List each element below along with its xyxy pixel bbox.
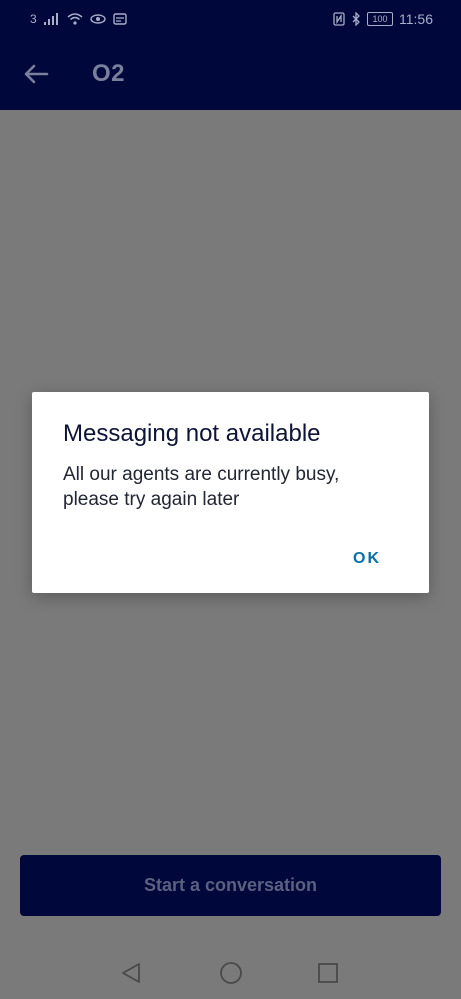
ok-button[interactable]: OK <box>345 546 389 572</box>
back-button[interactable] <box>20 58 52 90</box>
nfc-icon <box>333 12 345 26</box>
wifi-icon <box>67 13 83 25</box>
bluetooth-icon <box>352 12 360 26</box>
dialog-title: Messaging not available <box>63 420 321 447</box>
app-title: O2 <box>92 60 126 87</box>
alert-dialog: Messaging not available All our agents a… <box>32 392 429 593</box>
signal-icon <box>43 13 58 25</box>
arrow-left-icon <box>24 64 49 84</box>
notification-app-icon <box>112 13 127 25</box>
start-conversation-button[interactable]: Start a conversation <box>20 855 441 916</box>
battery-icon: 100 <box>367 12 393 26</box>
nav-back-icon[interactable] <box>120 962 142 984</box>
carrier-label: 3 <box>30 12 37 26</box>
nav-recents-icon[interactable] <box>317 962 339 984</box>
dialog-message: All our agents are currently busy, pleas… <box>63 464 340 510</box>
status-left: 3 <box>30 9 127 29</box>
nav-home-icon[interactable] <box>219 961 243 985</box>
status-right: 100 11:56 <box>333 9 433 29</box>
eye-icon <box>89 14 106 24</box>
clock: 11:56 <box>399 11 433 27</box>
